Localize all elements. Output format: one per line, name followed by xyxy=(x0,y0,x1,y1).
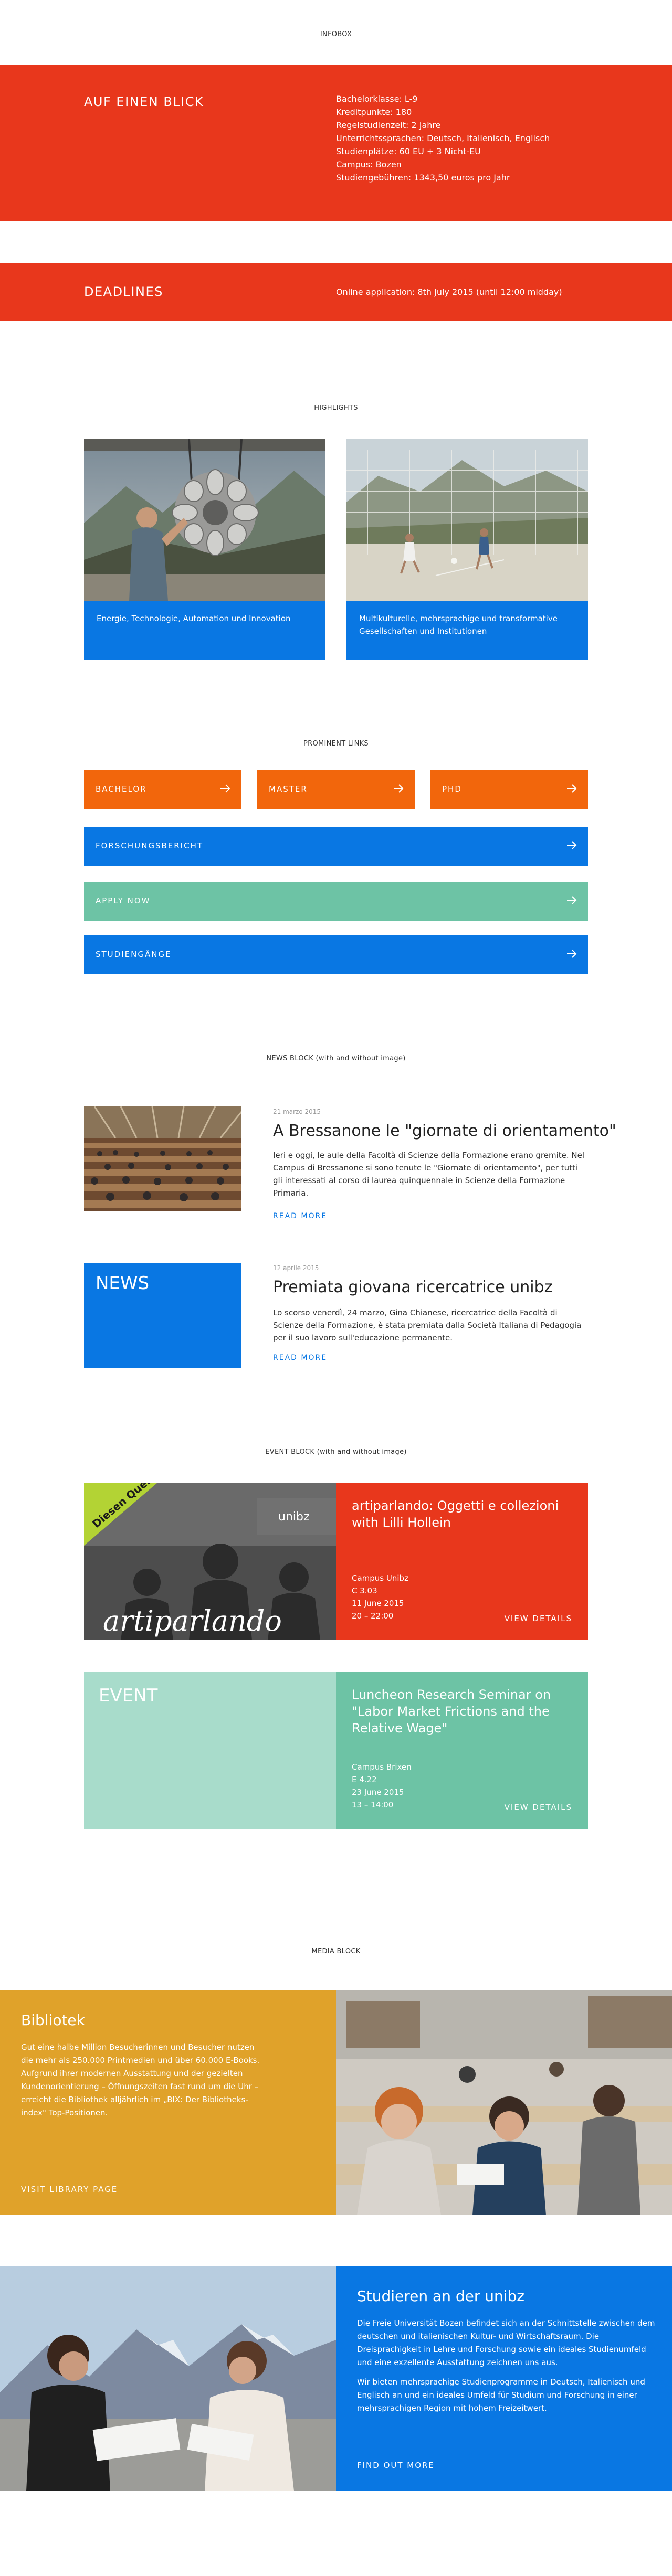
arrow-right-icon xyxy=(567,784,577,793)
library-text-panel: Bibliotek Gut eine halbe Million Besuche… xyxy=(0,1990,336,2215)
news-date: 12 aprile 2015 xyxy=(273,1264,319,1272)
media-body: Die Freie Universität Bozen befindet sic… xyxy=(357,2317,662,2415)
highlights-section-label: HIGHLIGHTS xyxy=(314,404,358,412)
link-label: STUDIENGÄNGE xyxy=(96,950,172,959)
overview-box: AUF EINEN BLICK Bachelorklasse: L-9 Kred… xyxy=(0,65,672,221)
highlight-image-turbine xyxy=(84,439,326,601)
find-out-more-link[interactable]: FIND OUT MORE xyxy=(357,2461,435,2470)
news-title[interactable]: A Bressanone le "giornate di orientament… xyxy=(273,1122,616,1140)
study-image xyxy=(0,2266,336,2491)
read-more-link[interactable]: READ MORE xyxy=(273,1354,327,1362)
news-title[interactable]: Premiata giovana ricercatrice unibz xyxy=(273,1278,552,1296)
event-details: Luncheon Research Seminar on "Labor Mark… xyxy=(336,1672,588,1829)
infobox-section-label: INFOBOX xyxy=(320,30,352,38)
apply-now-link[interactable]: APPLY NOW xyxy=(84,882,588,921)
news-body: Ieri e oggi, le aule della Facoltà di Sc… xyxy=(273,1151,585,1198)
library-image xyxy=(336,1990,672,2215)
deadlines-text: Online application: 8th July 2015 (until… xyxy=(336,287,562,297)
fact-item: Unterrichtssprachen: Deutsch, Italienisc… xyxy=(336,133,550,143)
events-section-label: EVENT BLOCK (with and without image) xyxy=(265,1448,407,1456)
link-label: APPLY NOW xyxy=(96,896,151,906)
media-body-paragraph: Wir bieten mehrsprachige Studienprogramm… xyxy=(357,2377,645,2413)
link-label: MASTER xyxy=(269,784,308,794)
highlight-caption: Multikulturelle, mehrsprachige und trans… xyxy=(359,614,558,636)
fact-item: Bachelorklasse: L-9 xyxy=(336,94,418,104)
highlight-card-energy[interactable]: Energie, Technologie, Automation und Inn… xyxy=(84,439,326,660)
event-location: Campus Brixen xyxy=(352,1762,412,1772)
news-section-label: NEWS BLOCK (with and without image) xyxy=(266,1055,406,1062)
event-title: Luncheon Research Seminar on "Labor Mark… xyxy=(352,1687,551,1736)
event-title: artiparlando: Oggetti e collezioni with … xyxy=(352,1498,559,1530)
media-title: Studieren an der unibz xyxy=(357,2287,525,2305)
deadlines-title: DEADLINES xyxy=(84,284,163,299)
studiengaenge-link[interactable]: STUDIENGÄNGE xyxy=(84,935,588,974)
read-more-link[interactable]: READ MORE xyxy=(273,1212,327,1220)
bachelor-link[interactable]: BACHELOR xyxy=(84,770,242,809)
arrow-right-icon xyxy=(394,784,404,793)
event-room: C 3.03 xyxy=(352,1586,377,1595)
prominent-links-section-label: PROMINENT LINKS xyxy=(303,740,369,748)
highlight-caption: Energie, Technologie, Automation und Inn… xyxy=(97,614,291,623)
arrow-right-icon xyxy=(567,841,577,849)
media-section-label: MEDIA BLOCK xyxy=(311,1947,361,1955)
event-time: 13 – 14:00 xyxy=(352,1800,394,1809)
event-card[interactable]: EVENT Luncheon Research Seminar on "Labo… xyxy=(84,1672,588,1829)
overview-title: AUF EINEN BLICK xyxy=(84,94,204,109)
event-date: 23 June 2015 xyxy=(352,1787,404,1797)
link-label: PHD xyxy=(442,784,462,794)
media-block-library: Bibliotek Gut eine halbe Million Besuche… xyxy=(0,1990,672,2215)
artiparlando-wordmark: artiparlando xyxy=(103,1604,282,1637)
study-text-panel: Studieren an der unibz Die Freie Univers… xyxy=(336,2266,672,2491)
overview-facts: Bachelorklasse: L-9 Kreditpunkte: 180 Re… xyxy=(336,92,550,184)
unibz-logo-text: unibz xyxy=(278,1510,310,1524)
media-title: Bibliotek xyxy=(21,2011,85,2029)
highlight-image-campus-field xyxy=(346,439,588,601)
event-location: Campus Unibz xyxy=(352,1573,408,1583)
phd-link[interactable]: PHD xyxy=(430,770,588,809)
fact-item: Regelstudienzeit: 2 Jahre xyxy=(336,120,441,130)
highlight-card-society[interactable]: Multikulturelle, mehrsprachige und trans… xyxy=(346,439,588,660)
news-date: 21 marzo 2015 xyxy=(273,1108,321,1115)
event-date: 11 June 2015 xyxy=(352,1599,404,1608)
event-card[interactable]: unibz Diesen Questo artiparlando artipar… xyxy=(84,1483,588,1640)
fact-item: Studienplätze: 60 EU + 3 Nicht-EU xyxy=(336,146,481,156)
master-link[interactable]: MASTER xyxy=(257,770,415,809)
media-body: Gut eine halbe Million Besucherinnen und… xyxy=(21,2042,260,2117)
view-details-link[interactable]: VIEW DETAILS xyxy=(505,1614,572,1623)
fact-item: Kreditpunkte: 180 xyxy=(336,107,412,117)
event-meta: Campus Brixen E 4.22 23 June 2015 13 – 1… xyxy=(352,1761,412,1811)
media-body-paragraph: Die Freie Universität Bozen befindet sic… xyxy=(357,2318,655,2367)
link-label: FORSCHUNGSBERICHT xyxy=(96,841,204,850)
visit-library-link[interactable]: VISIT LIBRARY PAGE xyxy=(21,2185,118,2194)
page: INFOBOX AUF EINEN BLICK Bachelorklasse: … xyxy=(0,0,672,2576)
news-image-lecture-hall[interactable] xyxy=(84,1106,242,1211)
fact-item: Campus: Bozen xyxy=(336,159,402,169)
news-placeholder-label: NEWS xyxy=(96,1273,150,1294)
deadlines-box: DEADLINES Online application: 8th July 2… xyxy=(0,263,672,321)
fact-item: Studiengebühren: 1343,50 euros pro Jahr xyxy=(336,173,510,183)
event-placeholder: EVENT xyxy=(84,1672,336,1829)
view-details-link[interactable]: VIEW DETAILS xyxy=(505,1803,572,1812)
event-placeholder-label: EVENT xyxy=(99,1685,158,1706)
event-details: artiparlando: Oggetti e collezioni with … xyxy=(336,1483,588,1640)
event-room: E 4.22 xyxy=(352,1775,377,1784)
event-image-artiparlando: unibz Diesen Questo artiparlando xyxy=(84,1483,336,1640)
news-placeholder[interactable]: NEWS xyxy=(84,1263,242,1368)
event-time: 20 – 22:00 xyxy=(352,1611,394,1621)
media-block-study: Studieren an der unibz Die Freie Univers… xyxy=(0,2266,672,2491)
arrow-right-icon xyxy=(567,896,577,904)
event-meta: Campus Unibz C 3.03 11 June 2015 20 – 22… xyxy=(352,1572,408,1622)
arrow-right-icon xyxy=(567,950,577,958)
arrow-right-icon xyxy=(220,784,230,793)
link-label: BACHELOR xyxy=(96,784,147,794)
news-body: Lo scorso venerdì, 24 marzo, Gina Chiane… xyxy=(273,1308,582,1343)
forschungsbericht-link[interactable]: FORSCHUNGSBERICHT xyxy=(84,827,588,866)
